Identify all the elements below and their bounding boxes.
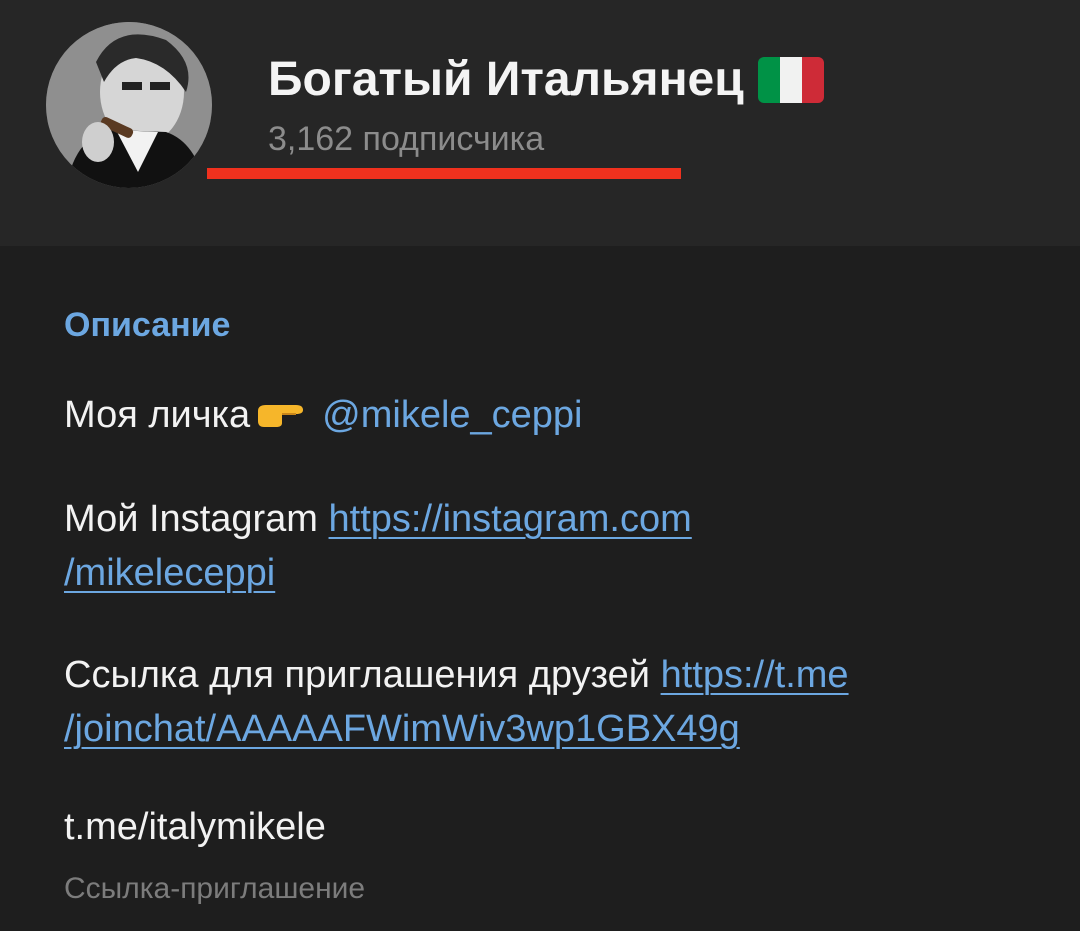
description-label: Описание: [64, 306, 231, 344]
dm-text: Моя личка: [64, 394, 251, 436]
instagram-text: Мой Instagram: [64, 498, 318, 540]
invite-text: Ссылка для приглашения друзей: [64, 654, 651, 696]
channel-header: Богатый Итальянец 3,162 подписчика: [0, 0, 1080, 246]
description-line-dm: Моя личка @mikele_ceppi: [64, 392, 583, 440]
description-line-instagram: Мой Instagram https://instagram.com: [64, 496, 692, 542]
pointing-right-icon: [256, 394, 306, 440]
instagram-link[interactable]: https://instagram.com: [329, 498, 692, 540]
channel-title-text: Богатый Итальянец: [268, 53, 744, 106]
description-line-instagram-cont: /mikeleceppi: [64, 550, 275, 596]
invite-link-caption: Ссылка-приглашение: [64, 872, 366, 905]
mention-link[interactable]: @mikele_ceppi: [322, 394, 582, 436]
annotation-underline: [207, 168, 681, 179]
channel-avatar[interactable]: [46, 22, 212, 188]
description-line-invite: Ссылка для приглашения друзей https://t.…: [64, 652, 849, 698]
subscriber-count: 3,162 подписчика: [268, 120, 545, 158]
description-line-invite-cont: /joinchat/AAAAAFWimWiv3wp1GBX49g: [64, 706, 740, 752]
joinchat-link-continued[interactable]: /joinchat/AAAAAFWimWiv3wp1GBX49g: [64, 708, 740, 750]
invite-link[interactable]: t.me/italymikele: [64, 806, 326, 849]
avatar-portrait-icon: [46, 22, 212, 188]
instagram-link-continued[interactable]: /mikeleceppi: [64, 552, 275, 594]
italy-flag-icon: [757, 56, 824, 103]
joinchat-link[interactable]: https://t.me: [661, 654, 849, 696]
channel-title: Богатый Итальянец: [268, 52, 824, 107]
